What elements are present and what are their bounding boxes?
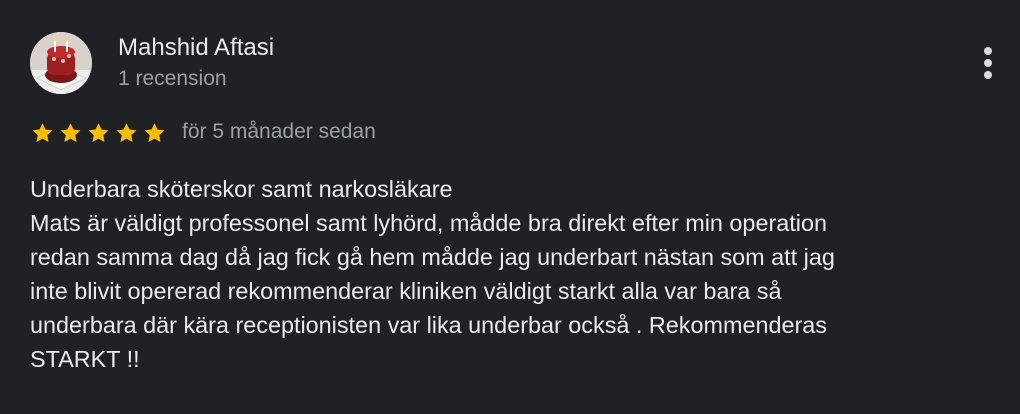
more-options-button[interactable] — [972, 42, 1004, 84]
star-rating — [30, 120, 167, 146]
star-icon — [32, 122, 53, 142]
review-text-line: Mats är väldigt professonel samt lyhörd,… — [30, 210, 827, 236]
reviewer-avatar[interactable] — [30, 32, 92, 94]
review-count: 1 recension — [118, 67, 227, 90]
reviewer-name[interactable]: Mahshid Aftasi — [118, 34, 274, 62]
review-text-line: STARKT !! — [30, 346, 140, 372]
more-vert-icon — [984, 47, 992, 55]
star-icon — [60, 122, 81, 142]
review-text: Underbara sköterskor samt narkosläkare M… — [30, 172, 1005, 376]
review-text-line: underbara där kära receptionisten var li… — [30, 312, 827, 338]
star-icon — [88, 122, 109, 142]
review-date: för 5 månader sedan — [182, 120, 376, 143]
more-vert-icon-dot — [984, 71, 992, 79]
star-icon — [116, 122, 137, 142]
review-text-line: redan samma dag då jag fick gå hem mådde… — [30, 244, 835, 270]
review-card: Mahshid Aftasi 1 recension för 5 månader… — [0, 0, 1020, 414]
star-icon — [144, 122, 165, 142]
review-text-line: Underbara sköterskor samt narkosläkare — [30, 176, 453, 202]
review-text-line: inte blivit opererad rekommenderar klini… — [30, 278, 782, 304]
more-vert-icon-dot — [984, 59, 992, 67]
profile-photo — [30, 32, 92, 94]
